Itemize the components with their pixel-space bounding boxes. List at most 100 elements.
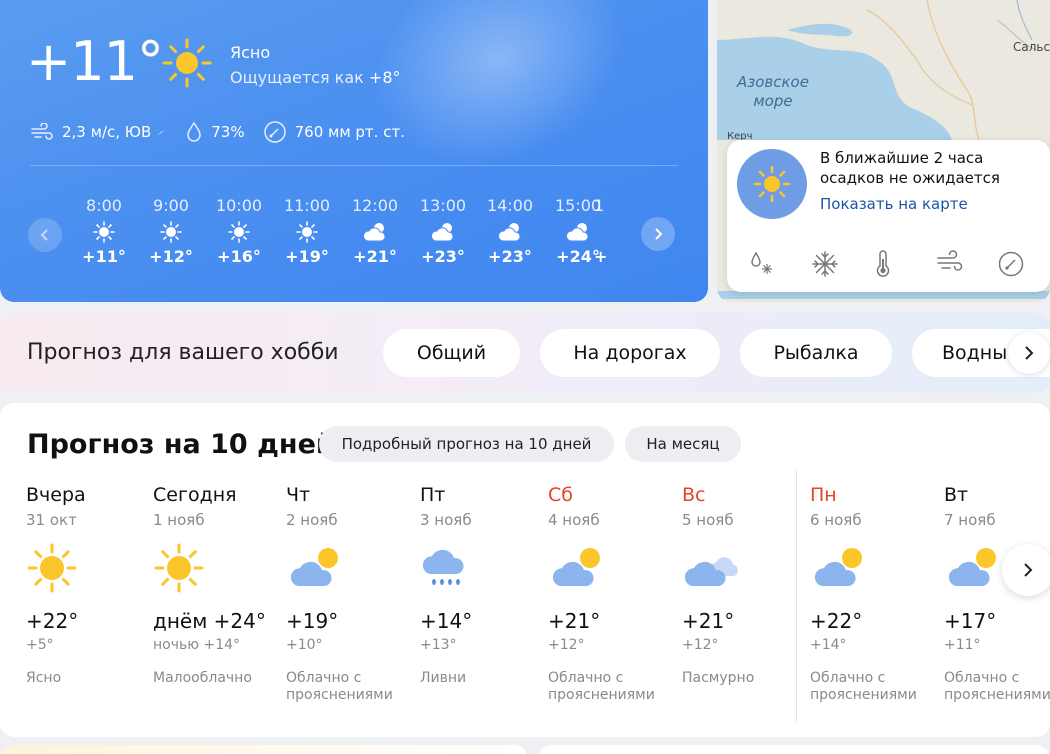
day-name: Вт	[944, 484, 969, 506]
map-sea-label-line: море	[753, 92, 793, 110]
day-column[interactable]: Пт 3 нояб +14° +13° Ливни	[420, 484, 550, 687]
day-low: +12°	[682, 637, 719, 653]
divider	[30, 165, 678, 166]
day-high: +14°	[420, 609, 473, 633]
pressure-icon	[263, 121, 286, 143]
cloud-sun-icon	[814, 548, 862, 586]
current-condition: Ясно	[230, 43, 271, 62]
day-low: +13°	[420, 637, 457, 653]
day-high: +22°	[26, 609, 79, 633]
feels-like-label: Ощущается как	[230, 68, 364, 87]
wind-layer-button[interactable]	[935, 250, 997, 278]
hour-item: 14:00 +23°	[476, 196, 544, 266]
hour-item: 8:00 +11°	[70, 196, 138, 266]
map-city-label: Сальс	[1013, 40, 1050, 54]
hourly-prev-button[interactable]	[28, 218, 62, 252]
hour-item: 12:00 +21°	[341, 196, 409, 266]
precip-icon	[751, 251, 772, 274]
thermometer-icon	[876, 250, 890, 277]
pressure-layer-button[interactable]	[997, 250, 1050, 278]
show-on-map-link[interactable]: Показать на карте	[820, 195, 968, 213]
hour-temp: +21°	[353, 247, 397, 266]
humidity-icon	[187, 121, 202, 142]
day-date: 2 нояб	[286, 511, 338, 529]
overcast-icon	[684, 557, 738, 586]
day-low: ночью +14°	[153, 637, 241, 653]
day-date: 1 нояб	[153, 511, 205, 529]
hobby-chip-general[interactable]: Общий	[383, 329, 520, 377]
day-column[interactable]: Сб 4 нояб +21° +12° Облачно с прояснения…	[548, 484, 678, 704]
wind-icon	[937, 250, 963, 271]
day-description: Облачно с прояснениями	[286, 670, 393, 703]
snow-layer-button[interactable]	[811, 250, 873, 278]
sun-icon	[160, 221, 182, 243]
wind-direction-icon	[157, 130, 166, 136]
hour-temp: +19°	[285, 247, 329, 266]
temperature-layer-button[interactable]	[873, 250, 935, 278]
map-layer-switcher	[749, 250, 1050, 278]
hour-time: 9:00	[153, 196, 189, 215]
precip-status-circle	[737, 149, 807, 219]
pressure-info: 760 мм рт. ст.	[263, 120, 405, 144]
precip-layer-button[interactable]	[749, 250, 811, 278]
day-low: +10°	[286, 637, 323, 653]
forecast-next-button[interactable]	[1002, 544, 1050, 596]
day-date: 31 окт	[26, 511, 77, 529]
day-low: +14°	[810, 637, 847, 653]
wind-icon	[31, 123, 53, 140]
day-high: +17°	[944, 609, 997, 633]
day-date: 3 нояб	[420, 511, 472, 529]
day-high: +22°	[810, 609, 863, 633]
hobby-chip-roads[interactable]: На дорогах	[540, 329, 720, 377]
map-sea-label: Азовское море	[737, 73, 809, 111]
wind-value: 2,3 м/с, ЮВ	[62, 123, 152, 141]
day-date: 6 нояб	[810, 511, 862, 529]
month-forecast-button[interactable]: На месяц	[625, 426, 741, 462]
hour-temp: +23°	[488, 247, 532, 266]
day-column[interactable]: Сегодня 1 нояб днём +24° ночью +14° Мало…	[153, 484, 283, 687]
day-column[interactable]: Вчера 31 окт +22° +5° Ясно	[26, 484, 156, 687]
map-sea-label-line: Азовское	[737, 73, 809, 91]
hour-item: 13:00 +23°	[409, 196, 477, 266]
chevron-right-icon	[1025, 346, 1034, 360]
sun-icon	[753, 165, 791, 203]
day-low: +11°	[944, 637, 981, 653]
day-column[interactable]: Вс 5 нояб +21° +12° Пасмурно	[682, 484, 812, 687]
day-name: Сб	[548, 484, 573, 506]
hour-time: 10:00	[215, 196, 263, 215]
day-column[interactable]: Чт 2 нояб +19° +10° Облачно с прояснения…	[286, 484, 416, 704]
hour-temp: +11°	[82, 247, 126, 266]
hour-temp: +	[594, 247, 608, 266]
hour-time: 11:00	[283, 196, 331, 215]
hobby-chip-fishing[interactable]: Рыбалка	[740, 329, 892, 377]
hourly-next-button[interactable]	[641, 217, 675, 251]
day-date: 4 нояб	[548, 511, 600, 529]
hour-temp: +16°	[217, 247, 261, 266]
day-description: Облачно с прояснениями	[944, 670, 1050, 703]
sun-icon	[296, 221, 318, 243]
chevron-right-icon	[1024, 563, 1033, 577]
day-high: +19°	[286, 609, 339, 633]
hobby-forecast-strip: Прогноз для вашего хобби Общий На дорога…	[0, 313, 1050, 393]
day-name: Чт	[286, 484, 311, 506]
hourly-forecast[interactable]: 8:00 +11° 9:00 +12° 10:00 +16° 11:00 +19…	[70, 196, 636, 276]
day-description: Облачно с прояснениями	[548, 670, 655, 703]
day-column[interactable]: Пн 6 нояб +22° +14° Облачно с прояснения…	[810, 484, 940, 704]
sun-cloud-icon	[430, 223, 454, 242]
hour-time: 12:00	[351, 196, 399, 215]
hobby-title: Прогноз для вашего хобби	[27, 340, 339, 365]
hour-item: 1 +	[594, 196, 634, 266]
day-high: днём +24°	[153, 609, 266, 633]
sun-icon	[154, 543, 204, 593]
sun-icon	[228, 221, 250, 243]
wind-info: 2,3 м/с, ЮВ	[30, 123, 167, 141]
cloud-sun-icon	[552, 548, 600, 586]
humidity-info: 73%	[185, 121, 245, 143]
precip-message: В ближайшие 2 часа осадков не ожидается	[820, 149, 1000, 187]
detailed-forecast-button[interactable]: Подробный прогноз на 10 дней	[319, 426, 614, 462]
day-name: Пт	[420, 484, 446, 506]
hobby-next-button[interactable]	[1008, 332, 1050, 374]
day-description: Ясно	[26, 670, 62, 686]
sun-icon	[93, 221, 115, 243]
hour-temp: +23°	[421, 247, 465, 266]
